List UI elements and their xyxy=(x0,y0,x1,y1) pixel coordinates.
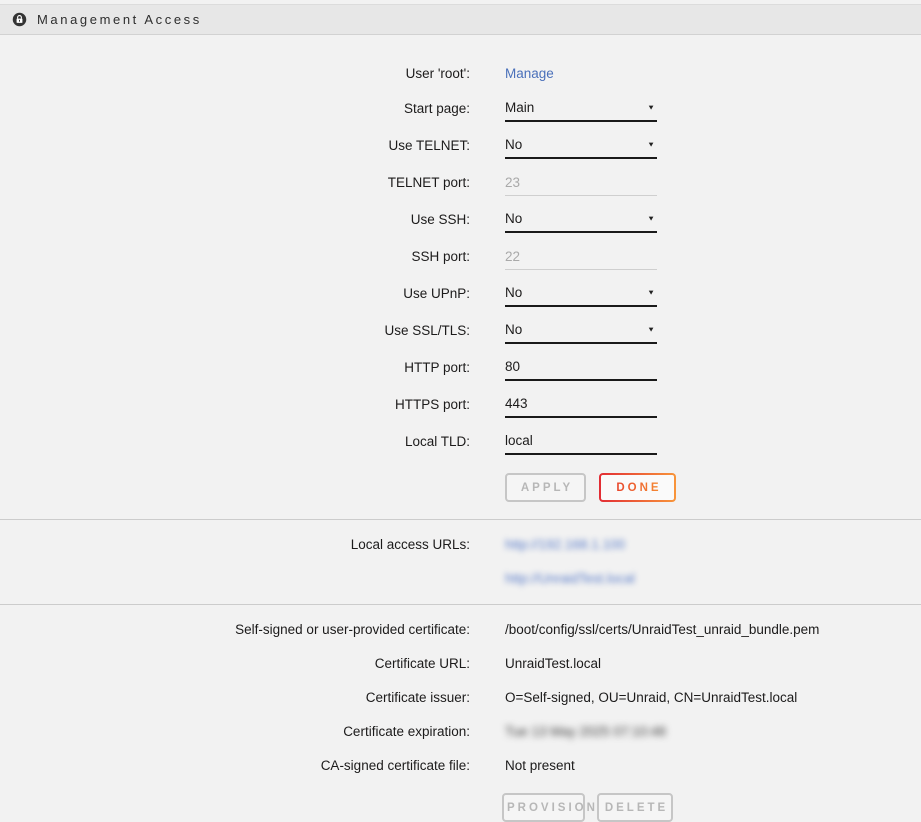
use-ssh-select[interactable]: No ▼ xyxy=(505,207,657,233)
form-row-local-tld: Local TLD: xyxy=(0,423,921,460)
local-tld-label: Local TLD: xyxy=(0,434,470,449)
user-root-label: User 'root': xyxy=(0,66,470,81)
form-row-start-page: Start page: Main ▼ xyxy=(0,90,921,127)
use-telnet-value: No xyxy=(505,137,522,152)
titlebar: Management Access xyxy=(0,4,921,35)
chevron-down-icon: ▼ xyxy=(647,289,655,297)
local-access-label: Local access URLs: xyxy=(0,537,470,552)
chevron-down-icon: ▼ xyxy=(647,141,655,149)
telnet-port-input xyxy=(505,170,657,196)
form-row-use-ssl: Use SSL/TLS: No ▼ xyxy=(0,312,921,349)
cert-row-expiration: Certificate expiration: Tue 13 May 2025 … xyxy=(0,714,921,748)
cert-expiration-label: Certificate expiration: xyxy=(0,724,470,739)
use-ssl-select[interactable]: No ▼ xyxy=(505,318,657,344)
http-port-input[interactable] xyxy=(505,355,657,381)
use-telnet-label: Use TELNET: xyxy=(0,138,470,153)
use-upnp-value: No xyxy=(505,285,522,300)
form-row-http-port: HTTP port: xyxy=(0,349,921,386)
manage-root-link[interactable]: Manage xyxy=(505,66,554,81)
cert-row-bundle: Self-signed or user-provided certificate… xyxy=(0,612,921,646)
cert-bundle-label: Self-signed or user-provided certificate… xyxy=(0,622,470,637)
start-page-label: Start page: xyxy=(0,101,470,116)
ssh-port-label: SSH port: xyxy=(0,249,470,264)
local-access-row: Local access URLs: http://192.168.1.100 xyxy=(0,527,921,561)
cert-expiration-value: Tue 13 May 2025 07:10:48 xyxy=(505,724,666,739)
use-ssl-value: No xyxy=(505,322,522,337)
apply-button[interactable]: APPLY xyxy=(505,473,586,502)
use-ssl-label: Use SSL/TLS: xyxy=(0,323,470,338)
cert-issuer-value: O=Self-signed, OU=Unraid, CN=UnraidTest.… xyxy=(505,690,797,705)
http-port-label: HTTP port: xyxy=(0,360,470,375)
cert-bundle-value: /boot/config/ssl/certs/UnraidTest_unraid… xyxy=(505,622,819,637)
use-upnp-select[interactable]: No ▼ xyxy=(505,281,657,307)
form-row-https-port: HTTPS port: xyxy=(0,386,921,423)
https-port-label: HTTPS port: xyxy=(0,397,470,412)
use-telnet-select[interactable]: No ▼ xyxy=(505,133,657,159)
form-buttons: APPLY DONE xyxy=(505,473,921,502)
use-ssh-label: Use SSH: xyxy=(0,212,470,227)
chevron-down-icon: ▼ xyxy=(647,104,655,112)
cert-row-ca-file: CA-signed certificate file: Not present xyxy=(0,748,921,782)
form-row-use-ssh: Use SSH: No ▼ xyxy=(0,201,921,238)
local-tld-input[interactable] xyxy=(505,429,657,455)
local-access-url-1[interactable]: http://192.168.1.100 xyxy=(505,537,625,552)
form-row-user-root: User 'root': Manage xyxy=(0,56,921,90)
ca-file-label: CA-signed certificate file: xyxy=(0,758,470,773)
management-access-form: User 'root': Manage Start page: Main ▼ U… xyxy=(0,35,921,519)
page-title: Management Access xyxy=(37,12,202,27)
use-ssh-value: No xyxy=(505,211,522,226)
form-row-use-upnp: Use UPnP: No ▼ xyxy=(0,275,921,312)
local-access-row: http://UnraidTest.local xyxy=(0,561,921,595)
start-page-select[interactable]: Main ▼ xyxy=(505,96,657,122)
ca-file-value: Not present xyxy=(505,758,575,773)
certificates-section: Self-signed or user-provided certificate… xyxy=(0,605,921,822)
ssh-port-input xyxy=(505,244,657,270)
use-upnp-label: Use UPnP: xyxy=(0,286,470,301)
https-port-input[interactable] xyxy=(505,392,657,418)
chevron-down-icon: ▼ xyxy=(647,326,655,334)
form-row-ssh-port: SSH port: xyxy=(0,238,921,275)
cert-row-url: Certificate URL: UnraidTest.local xyxy=(0,646,921,680)
done-button-label: DONE xyxy=(616,482,661,494)
form-row-telnet-port: TELNET port: xyxy=(0,164,921,201)
lock-icon xyxy=(12,12,27,27)
cert-row-issuer: Certificate issuer: O=Self-signed, OU=Un… xyxy=(0,680,921,714)
cert-url-value: UnraidTest.local xyxy=(505,656,601,671)
local-access-section: Local access URLs: http://192.168.1.100 … xyxy=(0,520,921,604)
done-button[interactable]: DONE xyxy=(599,473,676,502)
local-access-url-2[interactable]: http://UnraidTest.local xyxy=(505,571,635,586)
chevron-down-icon: ▼ xyxy=(647,215,655,223)
form-row-use-telnet: Use TELNET: No ▼ xyxy=(0,127,921,164)
cert-issuer-label: Certificate issuer: xyxy=(0,690,470,705)
cert-url-label: Certificate URL: xyxy=(0,656,470,671)
start-page-value: Main xyxy=(505,100,534,115)
telnet-port-label: TELNET port: xyxy=(0,175,470,190)
